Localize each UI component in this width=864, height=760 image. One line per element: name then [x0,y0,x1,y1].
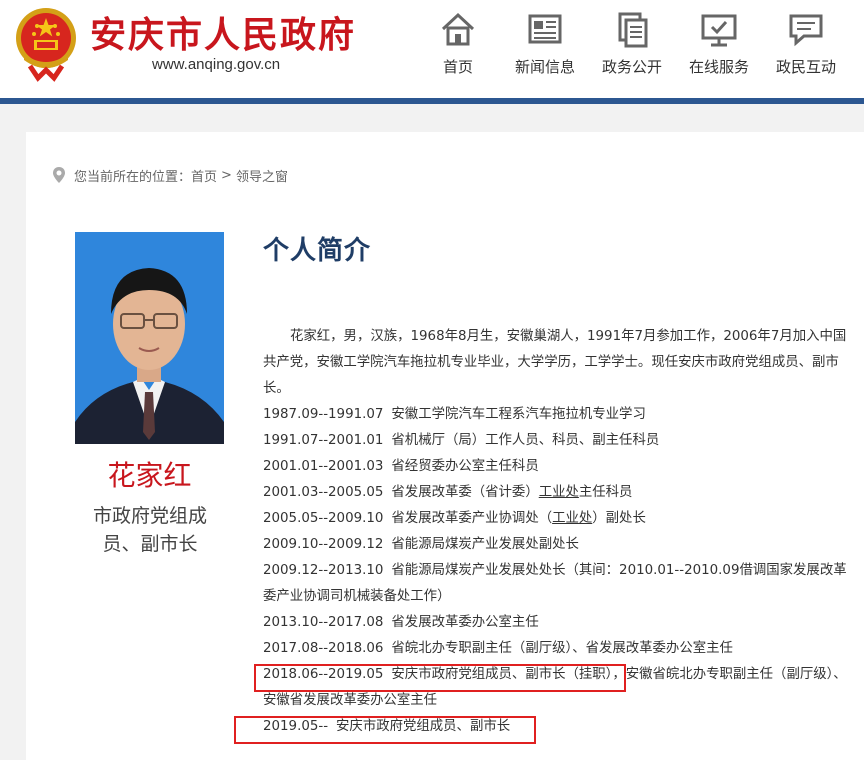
site-header: 安庆市人民政府 www.anqing.gov.cn 首页 新闻信息 政务公开 在… [0,0,864,98]
person-title: 市政府党组成员、副市长 [92,505,207,555]
person-name: 花家红 [107,459,192,492]
timeline-date: 2001.01--2001.03 [263,459,384,474]
monitor-icon [701,14,737,47]
timeline-date: 2009.12--2013.10 [263,563,384,578]
nav-online-service[interactable]: 在线服务 [677,8,761,88]
nav-government-affairs-label: 政务公开 [601,58,662,76]
timeline-desc: 省发展改革委办公室主任 [391,615,539,630]
timeline-date: 2013.10--2017.08 [263,615,384,630]
nav-news-label: 新闻信息 [514,58,575,76]
timeline-item: 2005.05--2009.10 省发展改革委产业协调处（工业处）副处长 [263,506,859,532]
profile-photo [75,232,224,444]
nav-news[interactable]: 新闻信息 [503,8,587,88]
timeline-desc-b: ）副处长 [592,511,646,526]
timeline-desc: 省经贸委办公室主任科员 [391,459,539,474]
location-pin-icon [53,167,65,183]
site-url[interactable]: www.anqing.gov.cn [152,56,280,73]
timeline-date: 2005.05--2009.10 [263,511,384,526]
home-icon [441,12,475,46]
breadcrumb-leaders[interactable]: 领导之窗 [236,166,288,185]
timeline-desc-a: 省发展改革委（省计委） [391,485,539,500]
timeline-desc-a: 省发展改革委产业协调处（ [391,511,553,526]
timeline-item: 1987.09--1991.07 安徽工学院汽车工程系汽车拖拉机专业学习 [263,402,859,428]
nav-home[interactable]: 首页 [416,8,500,88]
timeline-desc: 安徽工学院汽车工程系汽车拖拉机专业学习 [391,407,646,422]
timeline-item: 1991.07--2001.01 省机械厅（局）工作人员、科员、副主任科员 [263,428,859,454]
header-divider [0,98,864,104]
timeline-item: 2009.12--2013.10 省能源局煤炭产业发展处处长（其间：2010.01… [263,558,859,610]
documents-icon [618,12,648,48]
site-title[interactable]: 安庆市人民政府 [90,6,356,58]
section-title: 个人简介 [263,236,372,266]
timeline-desc: 省机械厅（局）工作人员、科员、副主任科员 [391,433,660,448]
timeline-item: 2001.01--2001.03 省经贸委办公室主任科员 [263,454,859,480]
nav-government-affairs[interactable]: 政务公开 [590,8,674,88]
timeline-desc-link[interactable]: 工业处 [552,511,592,526]
breadcrumb-separator: > [221,167,232,183]
timeline-desc-b: 主任科员 [578,485,633,500]
timeline-date: 2009.10--2009.12 [263,537,384,552]
chat-icon [789,14,823,47]
breadcrumb-home[interactable]: 首页 [191,166,217,185]
highlight-box [254,664,626,692]
timeline-date: 1987.09--1991.07 [263,407,384,422]
breadcrumb-prefix: 您当前所在的位置： [74,169,192,185]
timeline-item: 2009.10--2009.12 省能源局煤炭产业发展处副处长 [263,532,859,558]
timeline-item: 2001.03--2005.05 省发展改革委（省计委）工业处主任科员 [263,480,859,506]
highlight-box [234,716,536,744]
timeline-desc-link[interactable]: 工业处 [539,485,579,500]
timeline-date: 2017.08--2018.06 [263,641,384,656]
nav-home-label: 首页 [442,58,473,76]
timeline-item: 2013.10--2017.08 省发展改革委办公室主任 [263,610,859,636]
timeline-date: 2001.03--2005.05 [263,485,384,500]
timeline-date: 1991.07--2001.01 [263,433,384,448]
news-icon [528,14,562,44]
breadcrumb: 您当前所在的位置： 首页 > 领导之窗 [52,166,288,185]
nav-online-service-label: 在线服务 [688,58,749,76]
national-emblem-icon [10,4,82,84]
nav-public-interaction-label: 政民互动 [775,58,836,76]
timeline-desc: 省皖北办专职副主任（副厅级）、省发展改革委办公室主任 [391,641,733,656]
bio-intro: 花家红，男，汉族，1968年8月生，安徽巢湖人，1991年7月参加工作，2006… [263,329,847,396]
nav-public-interaction[interactable]: 政民互动 [764,8,848,88]
timeline-desc: 省能源局煤炭产业发展处副处长 [391,537,579,552]
timeline-item: 2017.08--2018.06 省皖北办专职副主任（副厅级）、省发展改革委办公室… [263,636,859,662]
